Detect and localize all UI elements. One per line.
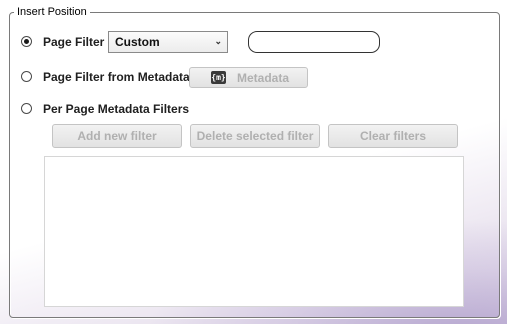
- metadata-icon: {m}: [211, 71, 226, 84]
- page-filter-dropdown-value: Custom: [115, 35, 160, 49]
- clear-filters-button[interactable]: Clear filters: [328, 124, 458, 148]
- metadata-filter-label: Page Filter from Metadata: [43, 70, 190, 84]
- page-filter-input[interactable]: [248, 31, 380, 53]
- delete-selected-filter-button[interactable]: Delete selected filter: [190, 124, 320, 148]
- metadata-filter-radio[interactable]: [21, 71, 32, 82]
- page-filter-radio[interactable]: [21, 36, 32, 47]
- per-page-filter-label: Per Page Metadata Filters: [43, 102, 190, 116]
- metadata-button-label: Metadata: [237, 71, 290, 85]
- page-filter-dropdown[interactable]: Custom ⌄: [108, 31, 228, 53]
- filters-list[interactable]: [44, 156, 464, 307]
- metadata-button[interactable]: {m} Metadata: [189, 67, 308, 88]
- per-page-filter-radio[interactable]: [21, 103, 32, 114]
- page-filter-label: Page Filter: [43, 35, 105, 49]
- dialog-panel: Insert Position Page Filter Custom ⌄ Pag…: [0, 0, 507, 324]
- add-new-filter-button[interactable]: Add new filter: [52, 124, 182, 148]
- chevron-down-icon: ⌄: [214, 36, 222, 46]
- group-title: Insert Position: [14, 5, 90, 19]
